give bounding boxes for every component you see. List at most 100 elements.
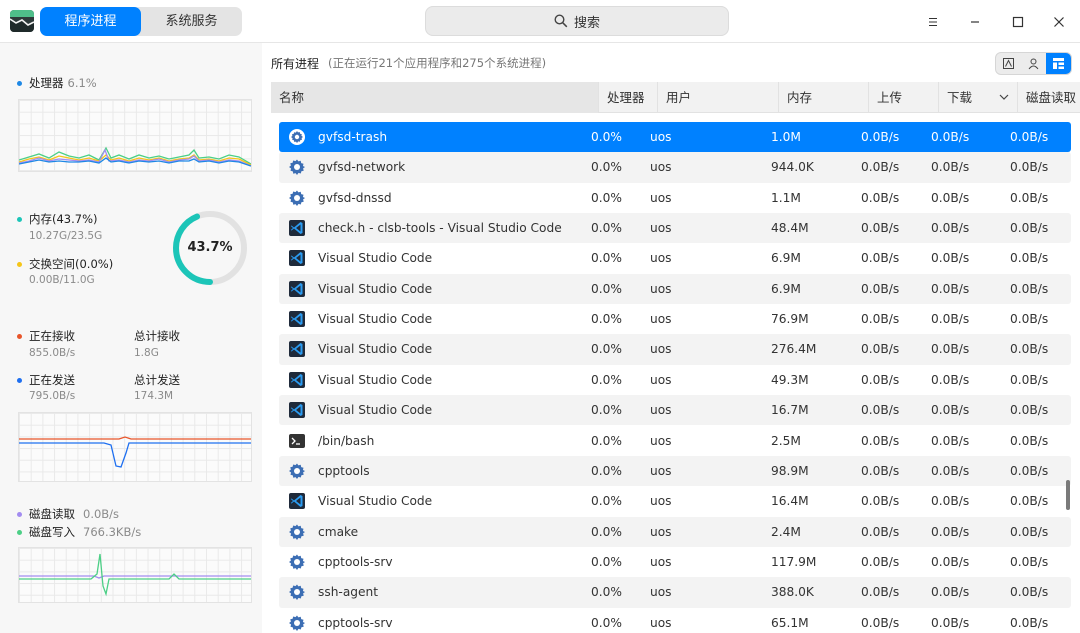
memory-legend: 内存(43.7%) [17,211,98,227]
cell-down: 0.0B/s [931,372,970,387]
col-download[interactable]: 下载 [939,82,1018,113]
cell-cpu: 0.0% [591,312,622,327]
vscode-icon [288,310,306,328]
search-placeholder: 搜索 [573,15,600,31]
col-memory[interactable]: 内存 [779,82,869,113]
col-name[interactable]: 名称 [271,82,599,113]
total-send-label: 总计发送 [134,373,180,387]
cell-up: 0.0B/s [861,130,900,144]
disk-read-label: 磁盘读取 [29,507,75,521]
memory-dot [17,216,22,222]
cell-name: gvfsd-trash [318,130,388,144]
gear-icon [288,523,306,541]
col-user[interactable]: 用户 [658,82,779,113]
cell-up: 0.0B/s [861,372,900,387]
network-chart [18,412,252,482]
app-view-button[interactable] [996,53,1021,74]
table-row[interactable]: /bin/bash 0.0% uos 2.5M 0.0B/s 0.0B/s 0.0B/s [279,426,1071,456]
cell-user: uos [650,190,672,205]
cell-down: 0.0B/s [931,130,970,144]
cell-cpu: 0.0% [591,342,622,357]
all-view-button[interactable] [1046,53,1071,74]
user-view-button[interactable] [1021,53,1046,74]
cell-user: uos [650,403,672,418]
cell-disk: 0.0B/s [1010,251,1049,266]
summary-title: 所有进程 [271,57,320,71]
col-cpu[interactable]: 处理器 [599,82,658,113]
process-list: gvfsd-trash 0.0% uos 1.0M 0.0B/s 0.0B/s 0.0B/s… [279,113,1080,633]
total-recv-value: 1.8G [134,347,159,359]
cell-down: 0.0B/s [931,281,970,296]
minimize-button[interactable] [961,8,989,36]
cell-mem: 6.9M [771,281,801,296]
cell-mem: 98.9M [771,463,809,478]
table-row[interactable]: cpptools-srv 0.0% uos 117.9M 0.0B/s 0.0B/s 0.0… [279,547,1071,577]
cell-disk: 0.0B/s [1010,281,1049,296]
table-row[interactable]: gvfsd-trash 0.0% uos 1.0M 0.0B/s 0.0B/s 0.0B/s [279,122,1071,153]
gear-icon [288,583,306,601]
table-row[interactable]: Visual Studio Code 0.0% uos 6.9M 0.0B/s 0.0B/… [279,273,1071,305]
tab-services[interactable]: 系统服务 [141,7,242,36]
cell-mem: 1.1M [771,190,801,205]
search-input[interactable]: 搜索 [425,6,729,36]
cell-up: 0.0B/s [861,190,900,205]
cell-mem: 1.0M [771,130,801,144]
cell-mem: 76.9M [771,312,809,327]
send-dot [17,377,22,383]
vscode-icon [288,492,306,510]
table-row[interactable]: check.h - clsb-tools - Visual Studio Cod… [279,213,1071,244]
cell-user: uos [650,615,672,630]
table-row[interactable]: gvfsd-network 0.0% uos 944.0K 0.0B/s 0.0B/s 0.… [279,152,1071,183]
table-row[interactable]: Visual Studio Code 0.0% uos 276.4M 0.0B/s 0.0… [279,334,1071,365]
table-row[interactable]: cpptools-srv 0.0% uos 65.1M 0.0B/s 0.0B/s 0.0B… [279,608,1071,633]
cell-cpu: 0.0% [591,585,622,600]
cell-up: 0.0B/s [861,524,900,539]
cell-user: uos [650,160,672,175]
cell-user: uos [650,433,672,448]
memory-ring-gauge: 43.7% [171,209,249,287]
maximize-button[interactable] [1004,8,1032,36]
col-upload[interactable]: 上传 [869,82,939,113]
cell-cpu: 0.0% [591,463,622,478]
table-row[interactable]: Visual Studio Code 0.0% uos 16.7M 0.0B/s 0.0B… [279,395,1071,426]
table-row[interactable]: Visual Studio Code 0.0% uos 16.4M 0.0B/s 0.0B… [279,486,1071,516]
cell-name: Visual Studio Code [318,403,433,418]
net-recv-legend: 正在接收 [17,328,75,344]
cell-disk: 0.0B/s [1010,554,1049,569]
table-row[interactable]: Visual Studio Code 0.0% uos 49.3M 0.0B/s 0.0B… [279,365,1071,395]
cell-name: cpptools-srv [318,554,393,569]
col-disk-read[interactable]: 磁盘读取 [1018,82,1080,113]
cell-user: uos [650,554,672,569]
menu-button[interactable] [919,8,947,36]
cell-cpu: 0.0% [591,372,622,387]
table-row[interactable]: gvfsd-dnssd 0.0% uos 1.1M 0.0B/s 0.0B/s 0.0B/s [279,183,1071,213]
scrollbar-thumb[interactable] [1066,480,1070,510]
table-row[interactable]: cmake 0.0% uos 2.4M 0.0B/s 0.0B/s 0.0B/s [279,516,1071,547]
table-row[interactable]: ssh-agent 0.0% uos 388.0K 0.0B/s 0.0B/s 0.0B/s [279,577,1071,608]
cell-disk: 0.0B/s [1010,494,1049,509]
cell-disk: 0.0B/s [1010,190,1049,205]
cell-user: uos [650,130,672,144]
cell-name: cmake [318,524,359,539]
cell-mem: 276.4M [771,342,817,357]
disk-read-value: 0.0B/s [83,507,120,521]
gear-icon [288,189,306,207]
swap-legend: 交换空间(0.0%) [17,256,113,272]
tab-processes[interactable]: 程序进程 [40,7,141,36]
send-value: 795.0B/s [29,390,76,402]
vscode-icon [288,249,306,267]
search-icon [554,14,568,28]
cpu-legend: 处理器 6.1% [17,75,97,91]
cpu-label: 处理器 [29,76,64,90]
cell-disk: 0.0B/s [1010,160,1049,175]
close-button[interactable] [1045,8,1073,36]
cell-up: 0.0B/s [861,554,900,569]
cell-cpu: 0.0% [591,615,622,630]
cell-name: cpptools [318,463,370,478]
table-row[interactable]: Visual Studio Code 0.0% uos 76.9M 0.0B/s 0.0B… [279,304,1071,334]
cell-mem: 48.4M [771,221,809,236]
table-row[interactable]: Visual Studio Code 0.0% uos 6.9M 0.0B/s 0.0B/… [279,243,1071,273]
table-row[interactable]: cpptools 0.0% uos 98.9M 0.0B/s 0.0B/s 0.0B/s [279,455,1071,487]
cell-up: 0.0B/s [861,221,900,236]
cell-cpu: 0.0% [591,251,622,266]
